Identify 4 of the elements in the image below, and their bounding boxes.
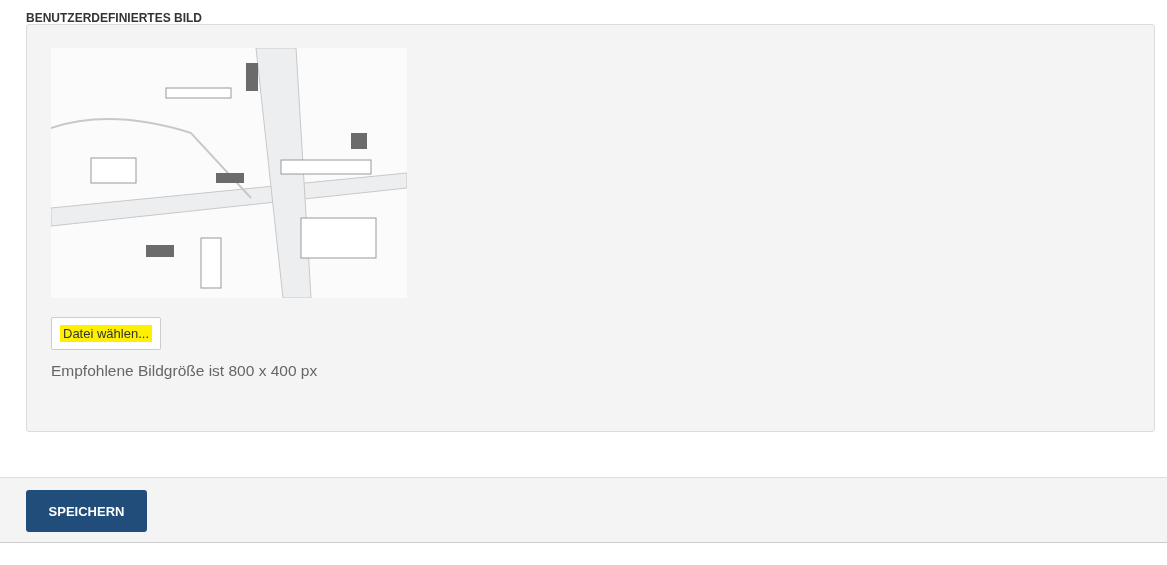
save-button[interactable]: SPEICHERN	[26, 490, 147, 532]
section-title: BENUTZERDEFINIERTES BILD	[25, 10, 203, 24]
choose-file-button[interactable]: Datei wählen...	[51, 317, 161, 350]
image-size-hint: Empfohlene Bildgröße ist 800 x 400 px	[51, 362, 318, 380]
